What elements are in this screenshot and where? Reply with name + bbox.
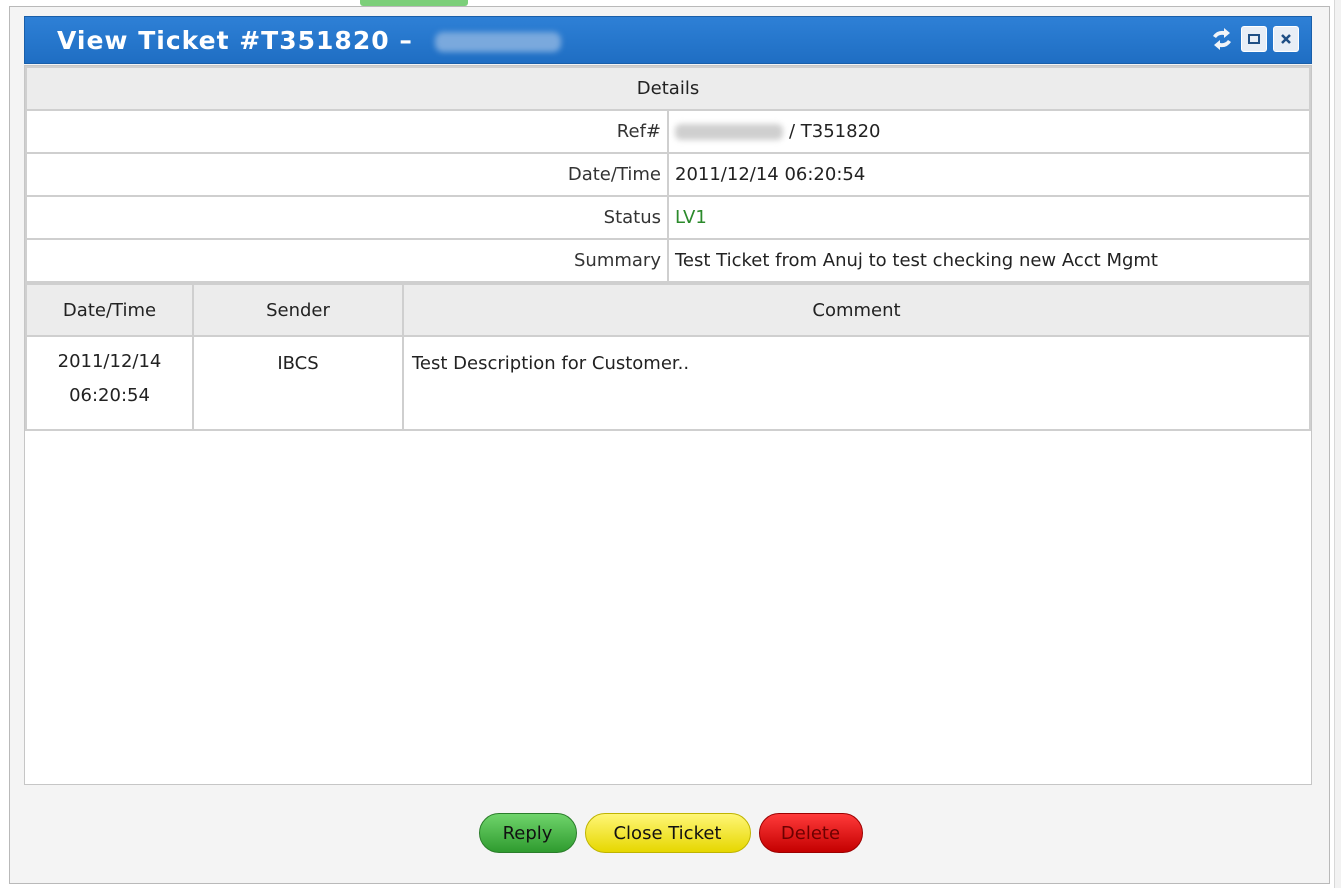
details-row-ref: Ref# / T351820 [25,109,1311,154]
status-value: LV1 [667,195,1311,240]
status-label: Status [25,195,669,240]
table-row: 2011/12/14 06:20:54 IBCS Test Descriptio… [25,335,1311,431]
reply-button[interactable]: Reply [478,813,577,853]
dialog-title-text: View Ticket #T351820 – [57,25,413,55]
comment-log-table: Date/Time Sender Comment 2011/12/14 06:2… [25,283,1311,431]
log-sender: IBCS [192,335,404,431]
ref-value-cell: / T351820 [667,109,1311,154]
summary-value: Test Ticket from Anuj to test checking n… [667,238,1311,283]
background-scroll-edge [1334,0,1341,888]
details-row-summary: Summary Test Ticket from Anuj to test ch… [25,238,1311,283]
ref-label: Ref# [25,109,669,154]
log-comment: Test Description for Customer.. [402,335,1311,431]
redacted-customer-name [434,31,561,52]
maximize-icon[interactable] [1241,26,1267,52]
datetime-label: Date/Time [25,152,669,197]
delete-button[interactable]: Delete [758,813,863,853]
log-datetime-cell: 2011/12/14 06:20:54 [25,335,194,431]
details-table: Details Ref# / T351820 Date/Time 2011/12… [25,66,1311,283]
details-header: Details [25,66,1311,111]
ref-value: / T351820 [789,121,881,142]
log-header-row: Date/Time Sender Comment [25,283,1311,337]
summary-label: Summary [25,238,669,283]
view-ticket-dialog: View Ticket #T351820 – Details Ref# / T3… [9,6,1330,884]
ticket-content-panel: Details Ref# / T351820 Date/Time 2011/12… [24,65,1312,785]
dialog-titlebar[interactable]: View Ticket #T351820 – [24,16,1312,64]
log-col-datetime: Date/Time [25,283,194,337]
dialog-title: View Ticket #T351820 – [57,26,561,55]
log-time: 06:20:54 [69,385,150,406]
datetime-value: 2011/12/14 06:20:54 [667,152,1311,197]
redacted-ref [675,124,783,140]
details-row-datetime: Date/Time 2011/12/14 06:20:54 [25,152,1311,197]
log-date: 2011/12/14 [57,351,162,372]
dialog-buttons: Reply Close Ticket Delete [10,813,1331,853]
close-ticket-button[interactable]: Close Ticket [584,813,751,853]
details-row-status: Status LV1 [25,195,1311,240]
log-col-sender: Sender [192,283,404,337]
log-col-comment: Comment [402,283,1311,337]
refresh-icon[interactable] [1209,26,1235,52]
close-icon[interactable] [1273,26,1299,52]
titlebar-controls [1209,26,1299,52]
